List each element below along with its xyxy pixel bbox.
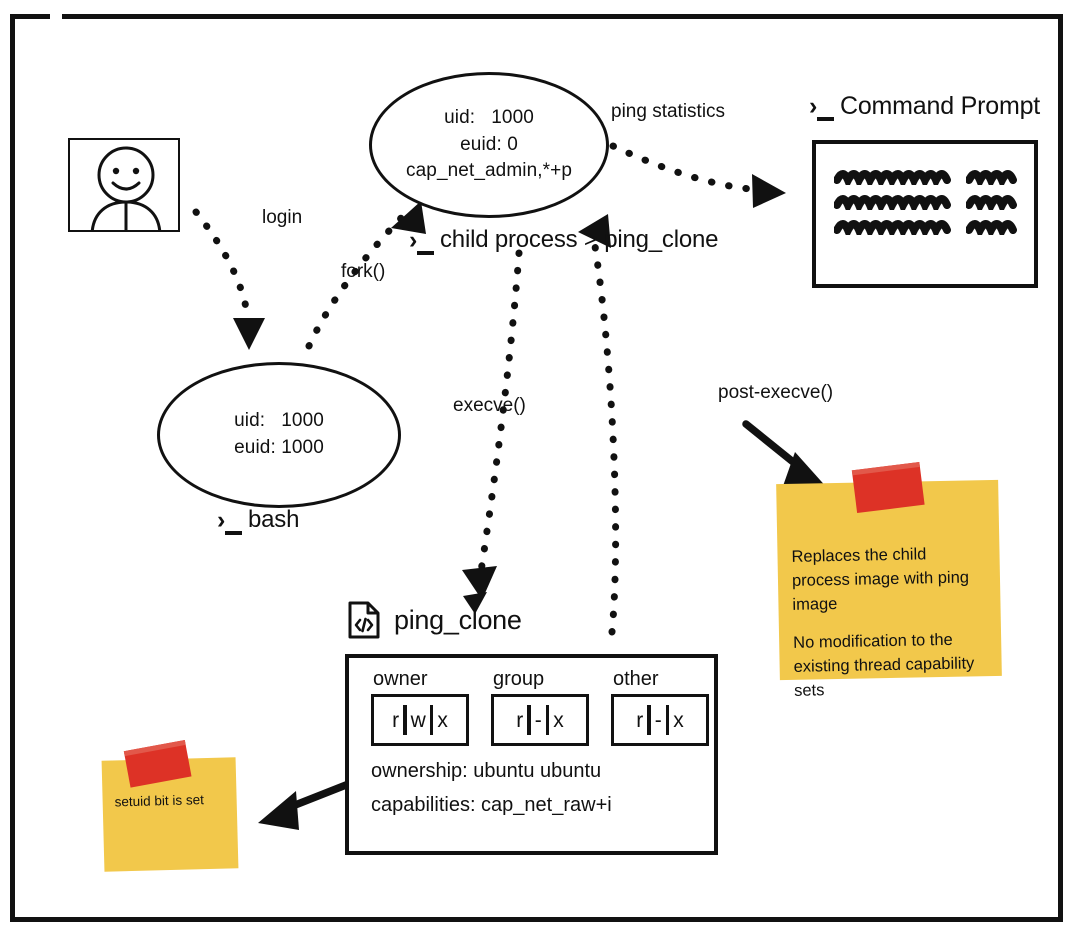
scribble-icon <box>966 220 1017 235</box>
scribble-icon <box>834 170 951 185</box>
tape-icon <box>851 461 925 514</box>
permission-ownership-line: ownership: ubuntu ubuntu <box>371 760 602 782</box>
bash-caption-label: bash <box>248 506 300 533</box>
frame-left-edge <box>10 16 15 922</box>
child-uid-line: uid: 1000 <box>444 106 534 128</box>
bash-euid-line: euid: 1000 <box>234 437 324 458</box>
permission-bit: - <box>534 708 542 732</box>
command-prompt-caption-label: Command Prompt <box>840 92 1041 120</box>
permission-bit: x <box>553 708 564 732</box>
permission-cell-other: r - x <box>611 694 709 746</box>
permission-bit: r <box>636 708 644 732</box>
bash-caption: › bash <box>216 506 300 535</box>
edge-ping-statistics-path <box>609 142 764 194</box>
scribble-row <box>834 191 1034 210</box>
sticky-execve-para-1: Replaces the child process image with pi… <box>791 545 970 614</box>
diagram-canvas: uid: 1000 euid: 0 cap_net_admin,*+p › ch… <box>0 0 1080 934</box>
permissions-box: owner r w x group r - x other r - x owne… <box>345 654 718 855</box>
edge-ping-statistics-arrowhead <box>752 174 786 208</box>
edge-login-arrowhead <box>233 318 265 350</box>
edge-setuid-arrowhead <box>258 791 299 830</box>
permission-separator <box>545 705 550 735</box>
edge-label-ping-statistics: ping statistics <box>611 101 726 122</box>
terminal-prompt-icon: › <box>808 94 834 121</box>
sticky-note-execve: Replaces the child process image with pi… <box>776 461 1002 699</box>
code-file-icon <box>348 601 380 639</box>
ping-clone-file-caption: ping_clone <box>347 600 522 640</box>
permission-separator <box>665 705 670 735</box>
permission-bit: - <box>654 708 662 732</box>
edge-post-execve-path <box>742 420 812 478</box>
edge-label-login: login <box>262 207 303 228</box>
user-smiley-icon <box>91 146 161 230</box>
permission-separator <box>403 705 407 735</box>
child-caps-line: cap_net_admin,*+p <box>406 160 572 182</box>
permission-bit: r <box>392 708 400 732</box>
scribble-icon <box>966 195 1017 210</box>
permission-bit: x <box>673 708 684 732</box>
child-process-caption: › child process > ping_clone <box>408 226 719 255</box>
edge-label-execve: execve() <box>453 395 526 416</box>
frame-top-edge-a <box>10 14 50 19</box>
permission-label-owner: owner <box>373 668 428 690</box>
permission-cell-group: r - x <box>491 694 589 746</box>
scribble-row <box>834 216 1034 235</box>
edge-label-post-execve: post-execve() <box>718 382 834 403</box>
edge-capabilities-back-path <box>588 224 620 636</box>
terminal-prompt-icon: › <box>216 508 242 535</box>
permission-capabilities-line: capabilities: cap_net_raw+i <box>371 793 612 816</box>
edge-execve-arrowhead <box>462 566 497 600</box>
permission-column-other: other r - x <box>611 668 709 746</box>
sticky-execve-para-2: No modification to the existing thread c… <box>793 630 975 700</box>
scribble-icon <box>834 195 951 210</box>
scribble-row <box>834 166 1034 185</box>
scribble-icon <box>966 170 1017 185</box>
permission-groups: owner r w x group r - x other r - x <box>371 668 714 746</box>
permission-label-group: group <box>493 668 545 690</box>
node-child-process: uid: 1000 euid: 0 cap_net_admin,*+p <box>369 72 609 218</box>
terminal-prompt-icon: › <box>408 228 434 255</box>
sticky-note-setuid-text: setuid bit is set <box>114 792 205 810</box>
bash-uid-line: uid: 1000 <box>234 410 324 432</box>
ping-clone-file-name: ping_clone <box>394 604 522 635</box>
permission-bit: w <box>410 708 426 732</box>
child-euid-line: euid: 0 <box>460 133 518 155</box>
permission-label-other: other <box>613 668 659 690</box>
permission-separator <box>527 705 531 735</box>
node-bash: uid: 1000 euid: 1000 <box>157 362 401 508</box>
sticky-note-execve-text: Replaces the child process image with pi… <box>791 518 987 727</box>
frame-bottom-edge <box>10 917 1063 922</box>
permission-column-group: group r - x <box>491 668 589 746</box>
edge-login-path <box>192 208 252 324</box>
permission-bit: x <box>437 708 448 732</box>
edge-label-fork: fork() <box>341 261 386 282</box>
frame-right-edge <box>1058 14 1063 922</box>
command-prompt-caption: › Command Prompt <box>808 92 1041 121</box>
permission-column-owner: owner r w x <box>371 668 469 746</box>
avatar <box>68 138 180 232</box>
sticky-note-setuid: setuid bit is set <box>101 739 239 872</box>
child-process-caption-label: child process > ping_clone <box>440 226 719 253</box>
permission-separator <box>429 705 434 735</box>
tape-icon <box>123 739 192 788</box>
scribble-icon <box>834 220 951 235</box>
command-prompt-window <box>812 140 1038 288</box>
permission-cell-owner: r w x <box>371 694 469 746</box>
permission-separator <box>647 705 651 735</box>
permission-bit: r <box>516 708 524 732</box>
frame-top-edge-b <box>62 14 1063 19</box>
